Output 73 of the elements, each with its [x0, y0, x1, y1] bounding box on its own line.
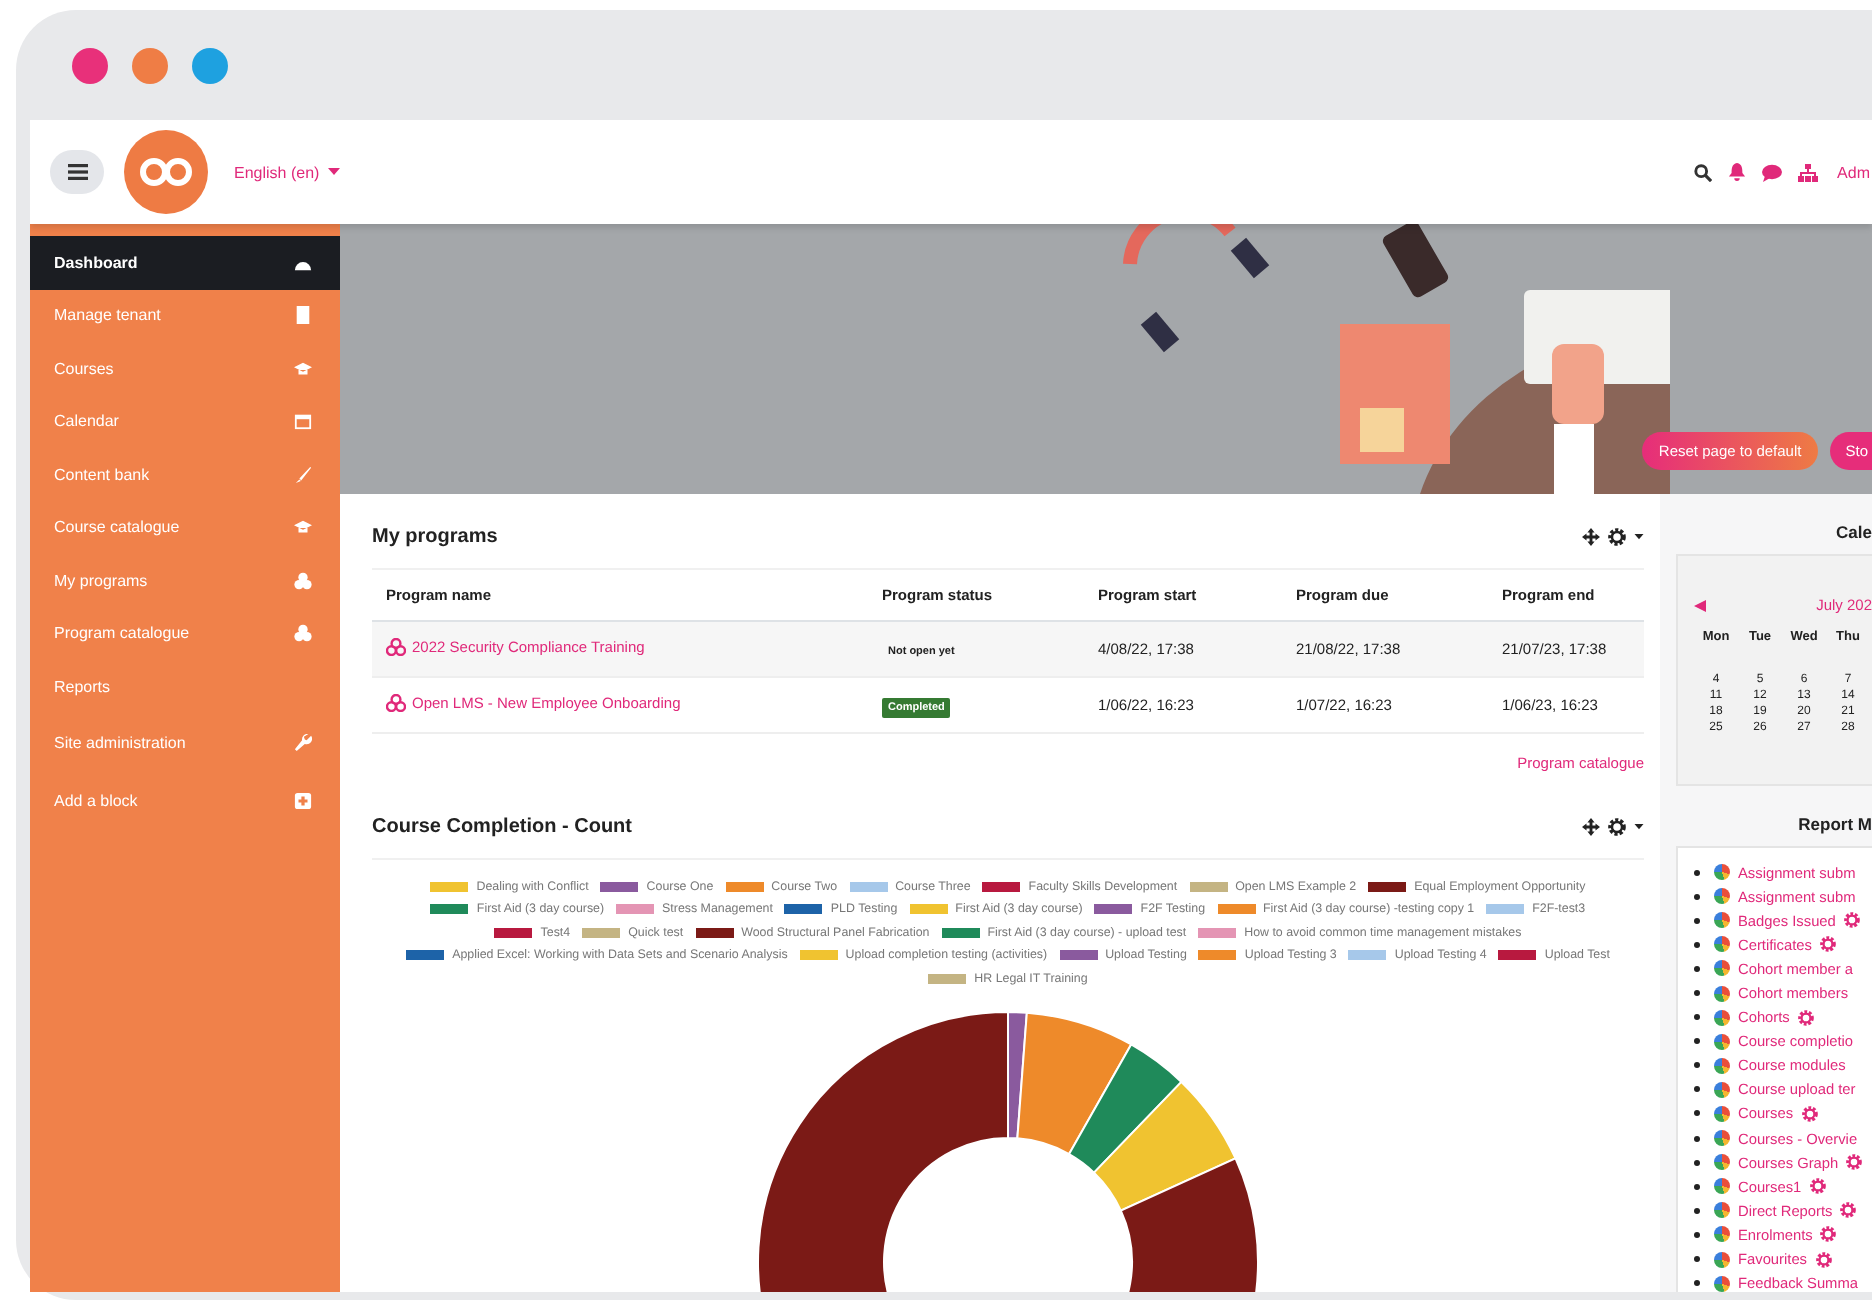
chat-icon[interactable]: [1761, 163, 1782, 181]
block-title: Cale: [1834, 520, 1872, 546]
graduation-cap-icon: [294, 518, 312, 537]
sitemap-icon[interactable]: [1797, 163, 1818, 181]
sidebar-item[interactable]: Program catalogue: [30, 607, 340, 660]
bullet-icon: [1694, 1062, 1700, 1069]
bullet-icon: [1694, 1183, 1700, 1190]
sidebar-item[interactable]: Manage tenant: [30, 289, 340, 342]
bullet-icon: [1694, 1110, 1700, 1117]
wrench-icon: [294, 733, 312, 751]
calendar-icon: [294, 412, 312, 431]
bullet-icon: [1694, 1231, 1700, 1238]
bullet-icon: [1694, 1038, 1700, 1045]
circles-icon: [386, 694, 406, 712]
settings-icon[interactable]: [1608, 818, 1626, 836]
menu-icon: [67, 164, 87, 180]
building-icon: [294, 306, 312, 325]
gear-icon[interactable]: [1846, 1154, 1863, 1171]
bullet-icon: [1694, 1207, 1700, 1214]
circles-icon: [294, 571, 312, 590]
sidebar-item[interactable]: Content bank: [30, 448, 340, 501]
maximize-dot-icon: [192, 47, 228, 83]
language-menu[interactable]: English (en): [234, 163, 340, 181]
sidebar-item[interactable]: My programs: [30, 554, 340, 607]
bullet-icon: [1694, 1086, 1700, 1093]
bullet-icon: [1694, 917, 1700, 924]
plus-square-icon: [294, 791, 312, 809]
gear-icon[interactable]: [1819, 936, 1836, 953]
bullet-icon: [1694, 990, 1700, 997]
caret-icon[interactable]: [1634, 534, 1644, 540]
previous-month-icon[interactable]: [1694, 599, 1706, 611]
sidebar-item[interactable]: Site administration: [30, 713, 340, 771]
sidebar-item[interactable]: Add a block: [30, 771, 340, 829]
settings-icon[interactable]: [1608, 528, 1626, 546]
bullet-icon: [1694, 893, 1700, 900]
gear-icon[interactable]: [1797, 1009, 1814, 1026]
brush-icon: [294, 465, 312, 484]
sidebar-item[interactable]: Calendar: [30, 395, 340, 448]
bell-icon[interactable]: [1727, 162, 1746, 182]
bullet-icon: [1694, 965, 1700, 972]
bullet-icon: [1694, 941, 1700, 948]
move-icon[interactable]: [1582, 528, 1600, 546]
search-icon[interactable]: [1693, 163, 1712, 181]
user-menu[interactable]: Adm: [1837, 163, 1872, 181]
gear-icon[interactable]: [1843, 912, 1860, 929]
bullet-icon: [1694, 1135, 1700, 1142]
sidebar-item[interactable]: Courses: [30, 342, 340, 395]
caret-icon: [327, 168, 340, 176]
block-title: Report M: [1796, 812, 1872, 838]
move-icon[interactable]: [1582, 818, 1600, 836]
graduation-cap-icon: [294, 359, 312, 378]
gear-icon[interactable]: [1820, 1226, 1837, 1243]
sidebar-item[interactable]: Reports: [30, 660, 340, 713]
sidebar-item[interactable]: Course catalogue: [30, 501, 340, 554]
bullet-icon: [1694, 1280, 1700, 1287]
menu-button[interactable]: [50, 150, 104, 194]
gear-icon[interactable]: [1801, 1105, 1818, 1122]
caret-icon[interactable]: [1634, 824, 1644, 830]
close-dot-icon: [72, 47, 108, 83]
logo-icon: [124, 130, 208, 214]
block-title: My programs: [372, 526, 498, 548]
sidebar-item[interactable]: Dashboard: [30, 236, 340, 289]
bullet-icon: [1694, 1159, 1700, 1166]
block-title: Course Completion - Count: [372, 816, 632, 838]
gear-icon[interactable]: [1809, 1178, 1826, 1195]
gear-icon[interactable]: [1840, 1202, 1857, 1219]
circles-icon: [294, 624, 312, 643]
bullet-icon: [1694, 869, 1700, 876]
gear-icon[interactable]: [1815, 1251, 1832, 1268]
bullet-icon: [1694, 1014, 1700, 1021]
minimize-dot-icon: [132, 47, 168, 83]
bullet-icon: [1694, 1256, 1700, 1263]
circles-icon: [386, 638, 406, 656]
